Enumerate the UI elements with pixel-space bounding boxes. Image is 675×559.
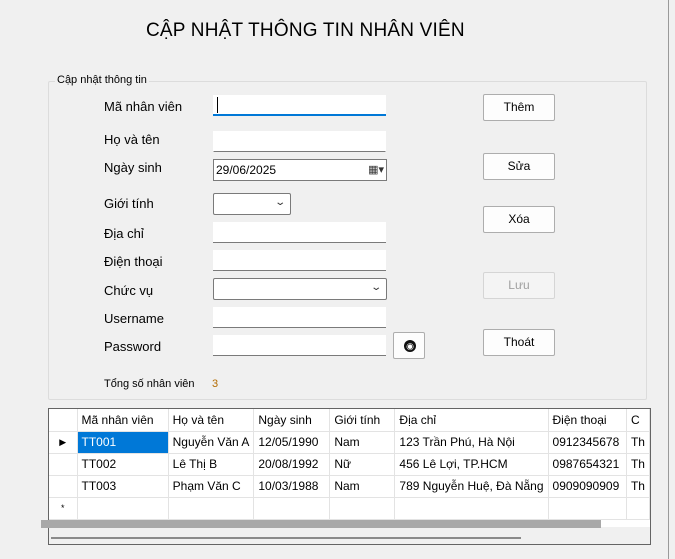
grid-cell[interactable] xyxy=(77,497,169,520)
column-header[interactable]: Họ và tên xyxy=(168,409,255,432)
grid-cell[interactable]: 789 Nguyễn Huệ, Đà Nẵng xyxy=(394,475,549,498)
grid-cell[interactable]: 0909090909 xyxy=(548,475,627,498)
grid-cell[interactable]: Nam xyxy=(329,431,396,454)
grid-cell[interactable] xyxy=(626,497,650,520)
label-username: Username xyxy=(104,311,164,326)
horizontal-scrollbar[interactable] xyxy=(49,527,650,544)
label-address: Địa chỉ xyxy=(104,226,144,241)
grid-cell[interactable]: 0987654321 xyxy=(548,453,627,476)
position-combo[interactable]: ⌄ xyxy=(213,278,387,300)
grid-cell[interactable]: 456 Lê Lợi, TP.HCM xyxy=(394,453,549,476)
grid-cell[interactable]: Th xyxy=(626,453,650,476)
row-header[interactable]: ▶ xyxy=(49,431,78,454)
label-position: Chức vụ xyxy=(104,283,154,298)
label-birth-date: Ngày sinh xyxy=(104,160,162,175)
column-header[interactable]: Mã nhân viên xyxy=(77,409,169,432)
edit-button[interactable]: Sửa xyxy=(483,153,555,180)
employee-count-label: Tổng số nhân viên xyxy=(104,378,195,390)
grid-cell[interactable]: Nguyễn Văn A xyxy=(168,431,255,454)
grid-cell[interactable]: 12/05/1990 xyxy=(253,431,331,454)
add-button[interactable]: Thêm xyxy=(483,94,555,121)
column-header[interactable]: C xyxy=(626,409,650,432)
table-row[interactable]: TT002 Lê Thị B 20/08/1992 Nữ 456 Lê Lợi,… xyxy=(49,453,650,476)
grid-cell[interactable]: TT002 xyxy=(77,453,169,476)
exit-button[interactable]: Thoát xyxy=(483,329,555,356)
label-gender: Giới tính xyxy=(104,196,154,211)
grid-cell[interactable]: Nữ xyxy=(329,453,396,476)
grid-cell[interactable]: 20/08/1992 xyxy=(253,453,331,476)
grid-cell[interactable] xyxy=(394,497,549,520)
gender-combo[interactable]: ⌄ xyxy=(213,193,291,215)
window-border xyxy=(668,0,669,559)
grid-cell[interactable]: Phạm Văn C xyxy=(168,475,255,498)
birth-date-value: 29/06/2025 xyxy=(216,163,277,177)
grid-cell[interactable]: 10/03/1988 xyxy=(253,475,331,498)
row-header[interactable] xyxy=(49,453,78,476)
password-input[interactable] xyxy=(213,335,386,356)
groupbox-title: Cập nhật thông tin xyxy=(55,74,149,86)
chevron-down-icon: ⌄ xyxy=(369,282,382,293)
employee-id-input[interactable] xyxy=(213,95,386,116)
column-header[interactable]: Ngày sinh xyxy=(253,409,331,432)
save-button[interactable]: Lưu xyxy=(483,272,555,299)
label-employee-id: Mã nhân viên xyxy=(104,99,183,114)
show-password-button[interactable]: ◉ xyxy=(393,332,425,359)
grid-cell[interactable]: TT001 xyxy=(77,431,169,454)
label-phone: Điện thoại xyxy=(104,254,163,269)
grid-header: Mã nhân viên Họ và tên Ngày sinh Giới tí… xyxy=(49,409,650,432)
grid-cell[interactable]: Th xyxy=(626,475,650,498)
grid-cell[interactable]: Th xyxy=(626,431,650,454)
row-header[interactable] xyxy=(49,475,78,498)
employee-count-value: 3 xyxy=(212,378,219,390)
column-header[interactable]: Điện thoại xyxy=(548,409,627,432)
full-name-input[interactable] xyxy=(213,131,386,152)
label-password: Password xyxy=(104,339,162,354)
grid-cell[interactable] xyxy=(168,497,255,520)
column-header[interactable]: Giới tính xyxy=(329,409,396,432)
label-full-name: Họ và tên xyxy=(104,132,160,147)
phone-input[interactable] xyxy=(213,250,386,271)
grid-cell[interactable]: Lê Thị B xyxy=(168,453,255,476)
grid-cell[interactable]: TT003 xyxy=(77,475,169,498)
birth-date-picker[interactable]: 29/06/2025 ▦▾ xyxy=(213,159,387,181)
grid-cell[interactable] xyxy=(329,497,396,520)
grid-scroll-track xyxy=(41,520,601,528)
calendar-icon[interactable]: ▦▾ xyxy=(368,163,384,176)
username-input[interactable] xyxy=(213,307,386,328)
row-header-corner xyxy=(49,409,78,432)
table-row[interactable]: TT003 Phạm Văn C 10/03/1988 Nam 789 Nguy… xyxy=(49,475,650,498)
row-header[interactable]: * xyxy=(49,497,78,520)
grid-cell[interactable]: 123 Trần Phú, Hà Nội xyxy=(394,431,549,454)
address-input[interactable] xyxy=(213,222,386,243)
column-header[interactable]: Địa chỉ xyxy=(394,409,549,432)
table-row[interactable]: ▶ TT001 Nguyễn Văn A 12/05/1990 Nam 123 … xyxy=(49,431,650,454)
grid-cell[interactable] xyxy=(253,497,331,520)
chevron-down-icon: ⌄ xyxy=(273,197,286,208)
eye-icon: ◉ xyxy=(404,340,416,352)
grid-cell[interactable]: Nam xyxy=(329,475,396,498)
new-row[interactable]: * xyxy=(49,497,650,520)
scrollbar-thumb[interactable] xyxy=(51,537,521,539)
page-title: CẬP NHẬT THÔNG TIN NHÂN VIÊN xyxy=(146,20,465,41)
grid-cell[interactable]: 0912345678 xyxy=(548,431,627,454)
grid-cell[interactable] xyxy=(548,497,627,520)
text-caret xyxy=(217,97,218,113)
delete-button[interactable]: Xóa xyxy=(483,206,555,233)
